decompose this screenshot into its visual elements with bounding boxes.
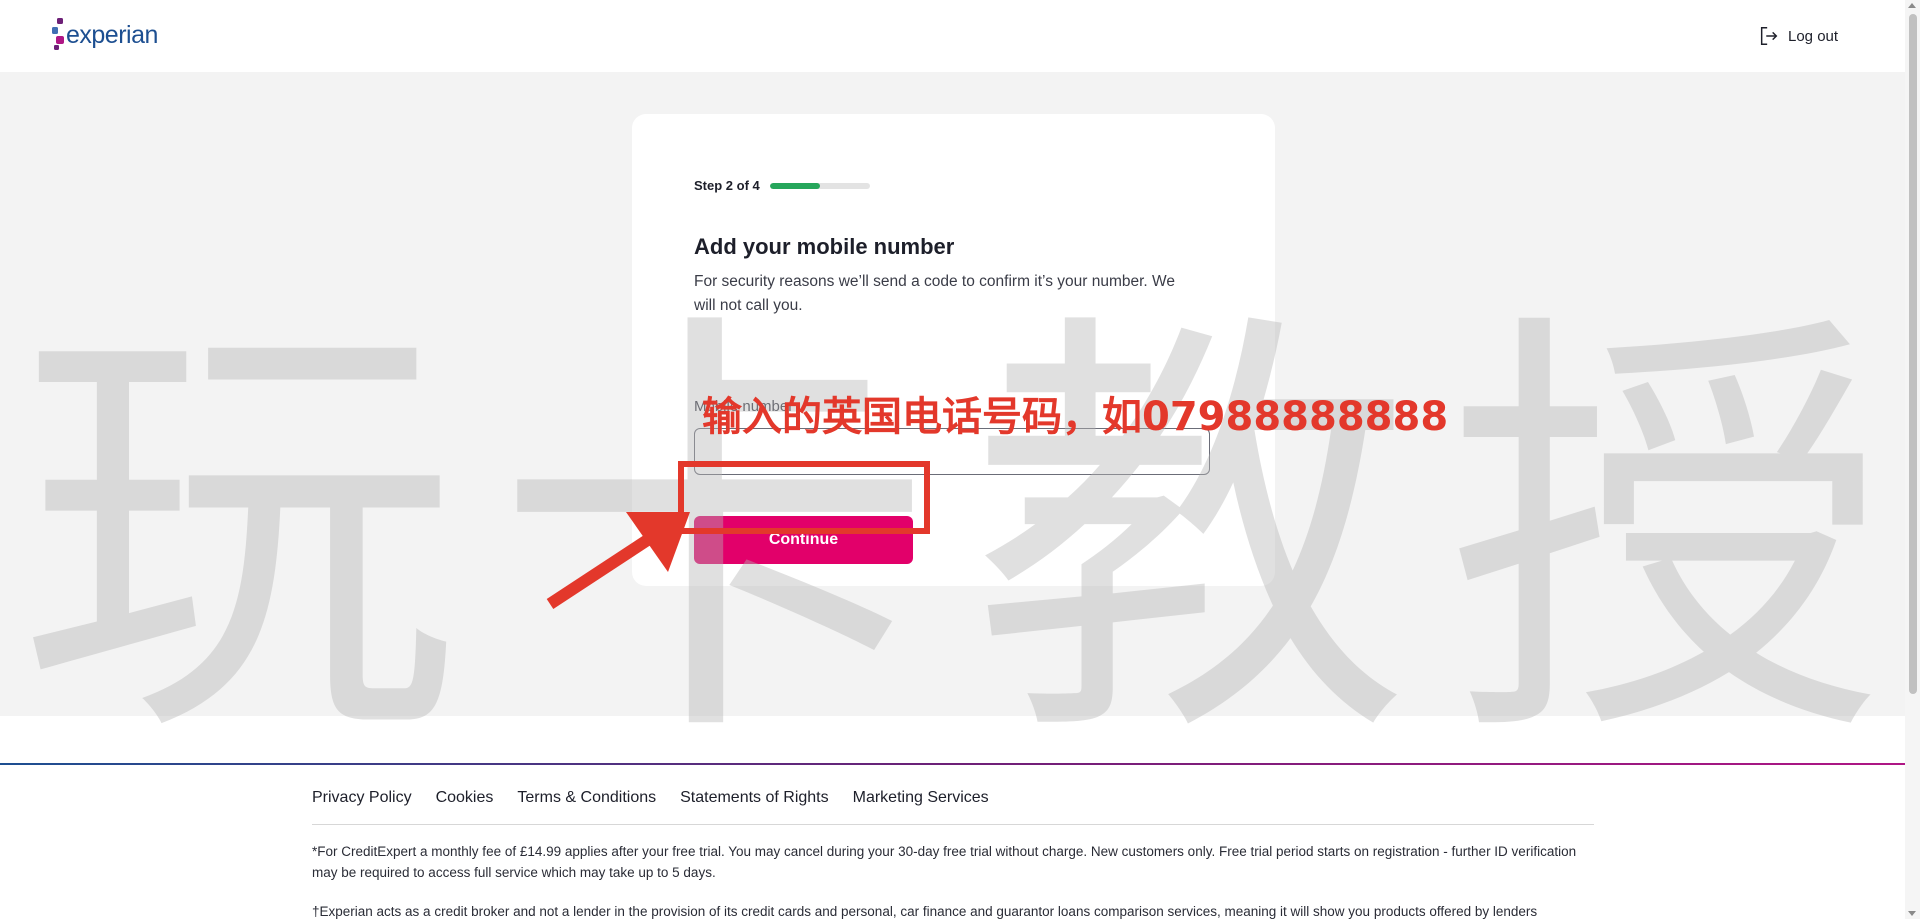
footer: Privacy Policy Cookies Terms & Condition…: [0, 765, 1905, 919]
logout-icon: [1760, 27, 1778, 45]
scroll-up-icon[interactable]: [1908, 3, 1916, 8]
footer-nav: Privacy Policy Cookies Terms & Condition…: [312, 789, 1594, 825]
page-subtitle: For security reasons we’ll send a code t…: [694, 273, 1175, 314]
footer-link-statements-of-rights[interactable]: Statements of Rights: [680, 789, 829, 824]
footer-disclaimer-broker: †Experian acts as a credit broker and no…: [312, 904, 1538, 919]
footer-link-terms[interactable]: Terms & Conditions: [517, 789, 656, 824]
step-label: Step 2 of 4: [694, 178, 760, 193]
footer-link-privacy-policy[interactable]: Privacy Policy: [312, 789, 412, 824]
step-indicator: Step 2 of 4: [694, 178, 870, 193]
mobile-number-card: Step 2 of 4 Add your mobile number For s…: [632, 114, 1275, 586]
vertical-scrollbar[interactable]: [1905, 0, 1920, 919]
footer-link-marketing-services[interactable]: Marketing Services: [853, 789, 989, 824]
scroll-thumb[interactable]: [1909, 14, 1917, 694]
progress-fill: [769, 182, 820, 189]
page-title: Add your mobile number: [694, 234, 955, 259]
logout-button[interactable]: Log out: [1758, 24, 1838, 48]
mobile-number-input[interactable]: [694, 428, 1210, 475]
main-area: Step 2 of 4 Add your mobile number For s…: [0, 72, 1905, 716]
footer-link-cookies[interactable]: Cookies: [436, 789, 494, 824]
page: experian Log out Step 2 of 4 Add your mo…: [0, 0, 1920, 919]
header: experian Log out: [0, 0, 1905, 72]
footer-disclaimer-trial: *For CreditExpert a monthly fee of £14.9…: [312, 844, 1577, 880]
mobile-number-label: Mobile number: [694, 398, 794, 415]
logout-label: Log out: [1788, 27, 1839, 45]
logo-text: experian: [66, 21, 158, 49]
continue-button[interactable]: Continue: [694, 516, 913, 564]
experian-logo[interactable]: experian: [52, 16, 162, 56]
scroll-down-icon[interactable]: [1908, 911, 1916, 916]
progress-bar: [769, 182, 870, 189]
